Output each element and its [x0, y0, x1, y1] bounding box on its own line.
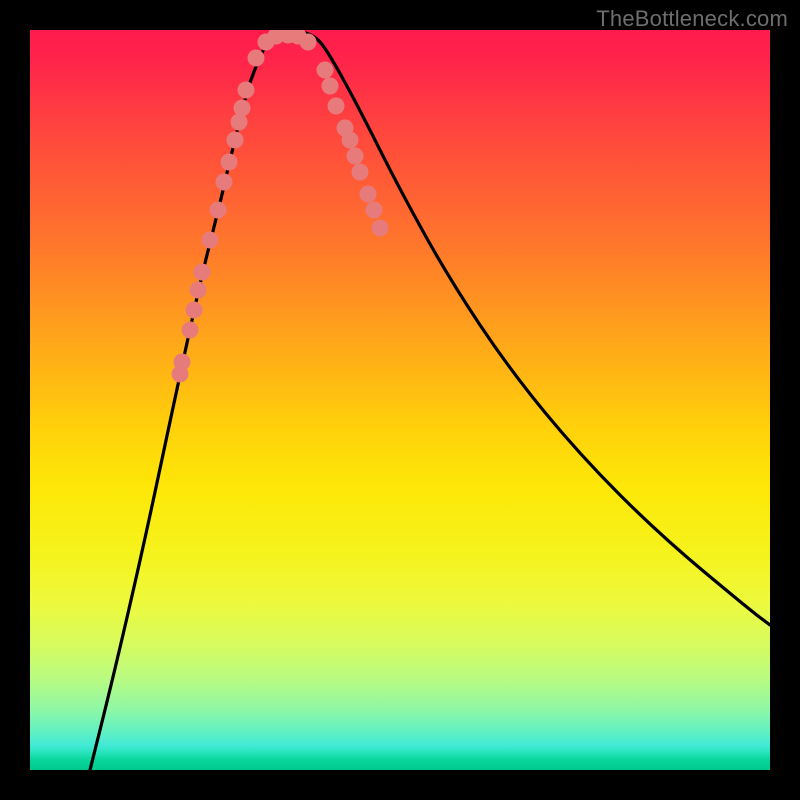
data-point: [372, 220, 389, 237]
bottleneck-curve-path: [90, 31, 770, 770]
data-point: [347, 148, 364, 165]
data-point: [186, 302, 203, 319]
data-point: [194, 264, 211, 281]
bottleneck-curve-svg: [30, 30, 770, 770]
data-point: [227, 132, 244, 149]
data-point: [352, 164, 369, 181]
data-point: [248, 50, 265, 67]
data-point: [328, 98, 345, 115]
watermark-text: TheBottleneck.com: [596, 6, 788, 32]
data-point: [190, 282, 207, 299]
data-dots: [172, 30, 389, 383]
data-point: [174, 354, 191, 371]
plot-area: [30, 30, 770, 770]
data-point: [317, 62, 334, 79]
data-point: [300, 34, 317, 51]
data-point: [221, 154, 238, 171]
data-point: [238, 82, 255, 99]
data-point: [231, 114, 248, 131]
data-point: [234, 100, 251, 117]
data-point: [360, 186, 377, 203]
data-point: [182, 322, 199, 339]
data-point: [202, 232, 219, 249]
chart-frame: TheBottleneck.com: [0, 0, 800, 800]
data-point: [322, 78, 339, 95]
data-point: [366, 202, 383, 219]
data-point: [216, 174, 233, 191]
data-point: [210, 202, 227, 219]
data-point: [342, 132, 359, 149]
